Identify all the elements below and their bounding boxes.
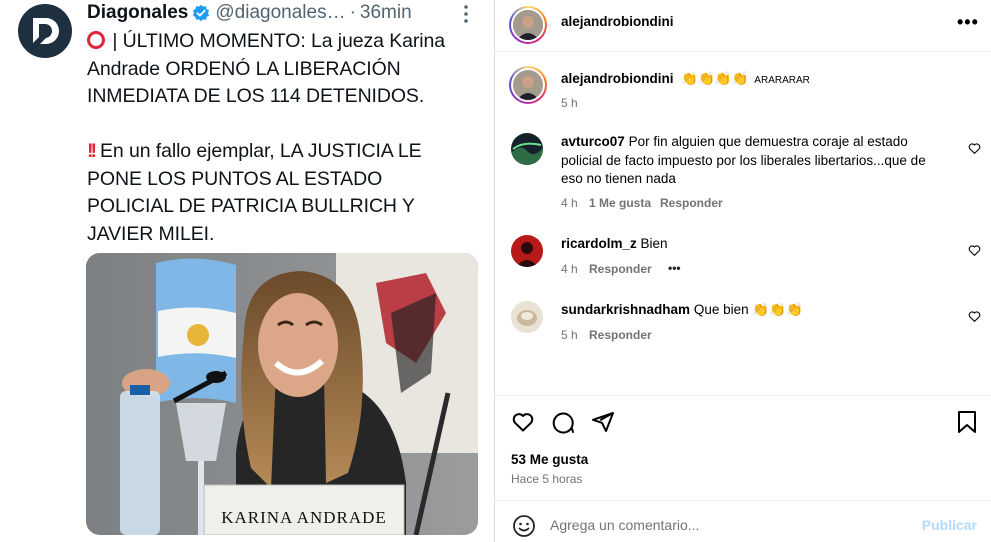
post-header: alejandrobiondini ••• <box>495 0 991 52</box>
reply-button[interactable]: Responder <box>660 196 723 210</box>
heart-icon[interactable] <box>968 244 981 257</box>
likes-count[interactable]: 53 Me gusta <box>511 452 588 467</box>
tweet-text: | ÚLTIMO MOMENTO: La jueza Karina Andrad… <box>87 28 482 248</box>
caption-avatar <box>513 70 543 100</box>
tweet-line-3: INMEDIATA DE LOS 114 DETENIDOS. <box>87 85 425 107</box>
caption: alejandrobiondini 👏👏👏👏 ARARARAR <box>561 70 810 91</box>
clapping-hands-icons: 👏👏👏👏 <box>681 71 752 86</box>
comment-options-icon[interactable]: ••• <box>668 261 681 275</box>
comment-avatar[interactable] <box>511 301 543 333</box>
tweet-photo: KARINA ANDRADE <box>86 253 478 535</box>
clapping-hands-icon: 👏 <box>714 71 732 86</box>
reply-button[interactable]: Responder <box>589 262 652 276</box>
tweet-line-5: PONE LOS PUNTOS AL ESTADO <box>87 167 383 190</box>
emoji-smiley-icon[interactable] <box>512 514 536 538</box>
post-options-icon[interactable]: ••• <box>957 12 979 33</box>
tweet-line-6: POLICIAL DE PATRICIA BULLRICH Y <box>87 195 415 217</box>
tweet-handle: @diagonales… <box>215 2 346 23</box>
caption-text: ARARARAR <box>754 75 810 86</box>
diagonales-logo <box>32 18 59 48</box>
tweet-line-2: Andrade ORDENÓ LA LIBERACIÓN <box>87 57 401 80</box>
comment-avatar[interactable] <box>511 235 543 267</box>
comment-username[interactable]: avturco07 <box>561 134 625 149</box>
red-avatar-icon <box>511 235 543 267</box>
tweet-line-1: | ÚLTIMO MOMENTO: La jueza Karina <box>87 28 482 56</box>
comment-body: avturco07 Por fin alguien que demuestra … <box>561 134 926 186</box>
caption-story-ring[interactable] <box>509 66 547 104</box>
tweet-separator: · <box>349 2 356 23</box>
reply-button[interactable]: Responder <box>589 328 652 342</box>
clapping-hands-icon: 👏 <box>731 71 749 86</box>
red-circle-icon <box>87 31 105 49</box>
tweet-display-name: Diagonales <box>87 2 189 23</box>
heart-icon[interactable] <box>968 310 981 323</box>
comment-likes-link[interactable]: 1 Me gusta <box>589 196 651 210</box>
tweet-line-4: !! En un fallo ejemplar, LA JUSTICIA LE <box>87 138 482 166</box>
tweet-line-7: JAVIER MILEI. <box>87 222 215 245</box>
clapping-hands-icon: 👏 <box>681 71 699 86</box>
verified-badge-icon <box>193 4 210 22</box>
comment-time: 4 h <box>561 262 578 276</box>
like-heart-icon[interactable] <box>511 410 535 434</box>
publish-button[interactable]: Publicar <box>922 517 977 533</box>
comment-body: sundarkrishnadham Que bien 👏👏👏 <box>561 302 803 317</box>
post-actions: 53 Me gusta Hace 5 horas <box>495 395 991 499</box>
double-exclamation-icon: !! <box>87 140 97 162</box>
aurora-photo-icon <box>511 133 543 165</box>
add-comment-bar: Agrega un comentario... Publicar <box>495 500 991 542</box>
tweet-image: Diagonales @diagonales… · 36min | ÚLTIMO… <box>0 0 495 542</box>
post-timestamp: Hace 5 horas <box>511 472 583 486</box>
comment-username[interactable]: ricardolm_z <box>561 236 637 251</box>
comment-bubble-icon[interactable] <box>551 410 575 434</box>
comment-input[interactable]: Agrega un comentario... <box>550 517 699 533</box>
comment-avatar[interactable] <box>511 133 543 165</box>
comment-username[interactable]: sundarkrishnadham <box>561 302 690 317</box>
profile-photo-icon <box>513 70 543 100</box>
profile-photo-icon <box>513 10 543 40</box>
comment-body: ricardolm_z Bien <box>561 236 668 251</box>
clapping-hands-icon: 👏 <box>698 71 715 86</box>
shell-photo-icon <box>511 301 543 333</box>
heart-icon[interactable] <box>968 142 981 155</box>
more-vertical-icon <box>464 5 468 23</box>
avatar <box>513 10 543 40</box>
comment-time: 4 h <box>561 196 578 210</box>
post-author-username[interactable]: alejandrobiondini <box>561 14 674 29</box>
judge-photo-illustration: KARINA ANDRADE <box>86 253 478 535</box>
nameplate-text: KARINA ANDRADE <box>221 508 387 527</box>
diagonales-logo-avatar <box>18 4 72 58</box>
caption-username[interactable]: alejandrobiondini <box>561 71 674 86</box>
tweet-header: Diagonales @diagonales… · 36min <box>87 0 412 26</box>
story-ring[interactable] <box>509 6 547 44</box>
instagram-post-panel: alejandrobiondini ••• alejandrobiondini … <box>495 0 991 542</box>
tweet-time: 36min <box>359 2 412 23</box>
save-bookmark-icon[interactable] <box>956 410 978 434</box>
comment-time: 5 h <box>561 328 578 342</box>
share-send-icon[interactable] <box>591 410 615 434</box>
caption-time: 5 h <box>561 96 578 110</box>
clapping-hands-icon: 👏👏👏 <box>752 302 803 317</box>
